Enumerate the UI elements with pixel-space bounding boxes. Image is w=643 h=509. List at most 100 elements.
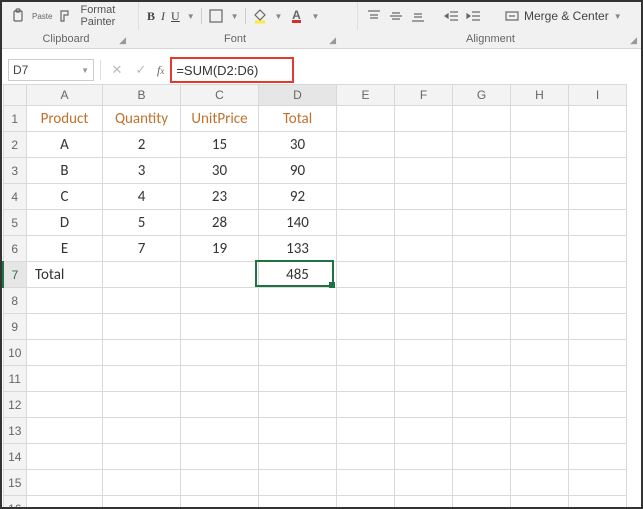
cell-G8[interactable] [453, 288, 511, 314]
cell-F16[interactable] [395, 496, 453, 508]
chevron-down-icon[interactable]: ▼ [275, 12, 283, 21]
name-box[interactable]: D7 ▼ [8, 59, 94, 81]
cell-F8[interactable] [395, 288, 453, 314]
chevron-down-icon[interactable]: ▼ [81, 66, 89, 75]
cell-I9[interactable] [569, 314, 627, 340]
cell-D8[interactable] [259, 288, 337, 314]
cell-I15[interactable] [569, 470, 627, 496]
cell-G14[interactable] [453, 444, 511, 470]
paste-icon[interactable] [10, 8, 26, 24]
cell-I7[interactable] [569, 262, 627, 288]
bold-button[interactable]: B [147, 9, 155, 24]
cell-D15[interactable] [259, 470, 337, 496]
cell-F5[interactable] [395, 210, 453, 236]
italic-button[interactable]: I [161, 9, 165, 24]
col-header-G[interactable]: G [453, 85, 511, 106]
cell-A14[interactable] [27, 444, 103, 470]
fx-icon[interactable]: fx [157, 63, 164, 78]
row-header-16[interactable]: 16 [3, 496, 27, 508]
cell-H3[interactable] [511, 158, 569, 184]
cell-C15[interactable] [181, 470, 259, 496]
format-painter-label[interactable]: Format Painter [80, 4, 130, 28]
cell-I16[interactable] [569, 496, 627, 508]
cell-C5[interactable]: 28 [181, 210, 259, 236]
row-header-6[interactable]: 6 [3, 236, 27, 262]
cell-G5[interactable] [453, 210, 511, 236]
cell-H16[interactable] [511, 496, 569, 508]
cell-A6[interactable]: E [27, 236, 103, 262]
formula-input[interactable]: =SUM(D2:D6) [170, 57, 294, 83]
dialog-launcher-icon[interactable]: ◢ [119, 35, 126, 46]
row-header-13[interactable]: 13 [3, 418, 27, 444]
cell-A5[interactable]: D [27, 210, 103, 236]
col-header-E[interactable]: E [337, 85, 395, 106]
cell-E2[interactable] [337, 132, 395, 158]
cell-A4[interactable]: C [27, 184, 103, 210]
col-header-F[interactable]: F [395, 85, 453, 106]
row-header-14[interactable]: 14 [3, 444, 27, 470]
cell-H11[interactable] [511, 366, 569, 392]
cell-D9[interactable] [259, 314, 337, 340]
cell-A1[interactable]: Product [27, 106, 103, 132]
cell-E3[interactable] [337, 158, 395, 184]
cell-E15[interactable] [337, 470, 395, 496]
cell-C6[interactable]: 19 [181, 236, 259, 262]
cell-F1[interactable] [395, 106, 453, 132]
cell-G1[interactable] [453, 106, 511, 132]
cell-A11[interactable] [27, 366, 103, 392]
cell-D16[interactable] [259, 496, 337, 508]
cell-A3[interactable]: B [27, 158, 103, 184]
cell-B5[interactable]: 5 [103, 210, 181, 236]
cell-E12[interactable] [337, 392, 395, 418]
cell-E11[interactable] [337, 366, 395, 392]
cell-B3[interactable]: 3 [103, 158, 181, 184]
cell-I8[interactable] [569, 288, 627, 314]
cell-G16[interactable] [453, 496, 511, 508]
cell-A16[interactable] [27, 496, 103, 508]
cell-C14[interactable] [181, 444, 259, 470]
cell-E1[interactable] [337, 106, 395, 132]
row-header-10[interactable]: 10 [3, 340, 27, 366]
increase-indent-icon[interactable] [466, 8, 482, 24]
cell-C4[interactable]: 23 [181, 184, 259, 210]
cell-C8[interactable] [181, 288, 259, 314]
border-icon[interactable] [208, 8, 224, 24]
fill-color-icon[interactable] [252, 8, 268, 24]
cell-B8[interactable] [103, 288, 181, 314]
cell-E4[interactable] [337, 184, 395, 210]
underline-button[interactable]: U [171, 9, 180, 24]
cell-D13[interactable] [259, 418, 337, 444]
row-header-12[interactable]: 12 [3, 392, 27, 418]
cell-E16[interactable] [337, 496, 395, 508]
align-top-icon[interactable] [366, 8, 382, 24]
cell-D2[interactable]: 30 [259, 132, 337, 158]
cell-D5[interactable]: 140 [259, 210, 337, 236]
cell-B7[interactable] [103, 262, 181, 288]
cell-D10[interactable] [259, 340, 337, 366]
cell-F2[interactable] [395, 132, 453, 158]
merge-center-button[interactable]: Merge & Center ▼ [500, 6, 626, 26]
cell-F11[interactable] [395, 366, 453, 392]
cell-B15[interactable] [103, 470, 181, 496]
cell-H2[interactable] [511, 132, 569, 158]
cell-I4[interactable] [569, 184, 627, 210]
cell-H6[interactable] [511, 236, 569, 262]
cell-A13[interactable] [27, 418, 103, 444]
decrease-indent-icon[interactable] [444, 8, 460, 24]
cell-A7[interactable]: Total [27, 262, 103, 288]
cell-F12[interactable] [395, 392, 453, 418]
cell-I2[interactable] [569, 132, 627, 158]
cell-B16[interactable] [103, 496, 181, 508]
cell-B12[interactable] [103, 392, 181, 418]
cell-A15[interactable] [27, 470, 103, 496]
col-header-I[interactable]: I [569, 85, 627, 106]
col-header-D[interactable]: D [259, 85, 337, 106]
cell-F15[interactable] [395, 470, 453, 496]
cell-B6[interactable]: 7 [103, 236, 181, 262]
cell-H8[interactable] [511, 288, 569, 314]
col-header-A[interactable]: A [27, 85, 103, 106]
cell-E10[interactable] [337, 340, 395, 366]
cell-I5[interactable] [569, 210, 627, 236]
cell-C3[interactable]: 30 [181, 158, 259, 184]
cell-B9[interactable] [103, 314, 181, 340]
